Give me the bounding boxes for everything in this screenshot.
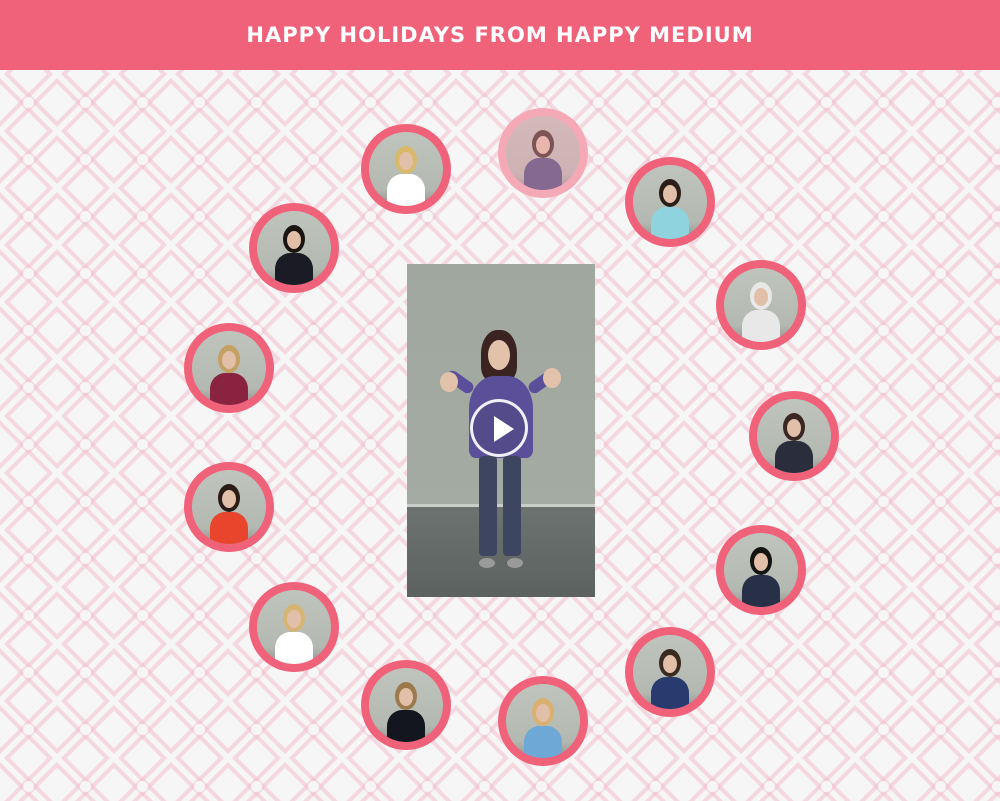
thumbnail-photo [757,399,831,473]
thumb-12[interactable] [184,323,274,413]
thumb-1[interactable] [361,124,451,214]
play-icon[interactable] [470,399,528,457]
thumb-11[interactable] [184,462,274,552]
subject-right-hand [543,368,561,388]
person-face [536,136,550,154]
thumbnail-photo [633,635,707,709]
person-face [663,185,677,203]
thumb-13[interactable] [249,203,339,293]
person-body [387,710,425,742]
person-body [210,373,248,405]
subject-left-hand [440,372,458,392]
person-face [754,288,768,306]
thumb-8[interactable] [498,676,588,766]
subject-left-shoe [479,558,495,568]
thumb-7[interactable] [625,627,715,717]
person-face [222,490,236,508]
thumb-6[interactable] [716,525,806,615]
person-face [222,351,236,369]
person-face [287,610,301,628]
subject-right-shoe [507,558,523,568]
thumbnail-photo [724,533,798,607]
subject-right-leg [503,456,521,556]
thumb-9[interactable] [361,660,451,750]
thumbnail-photo [192,470,266,544]
thumbnail-photo [369,132,443,206]
person-body [524,726,562,758]
thumbnail-photo [257,211,331,285]
person-body [275,632,313,664]
subject-face [488,340,510,370]
subject-left-leg [479,456,497,556]
person-face [787,419,801,437]
person-body [742,575,780,607]
thumbnail-photo [506,116,580,190]
header-banner: HAPPY HOLIDAYS FROM HAPPY MEDIUM [0,0,1000,70]
thumbnail-photo [506,684,580,758]
person-face [287,231,301,249]
person-face [399,152,413,170]
person-body [775,441,813,473]
thumb-5[interactable] [749,391,839,481]
person-body [651,677,689,709]
person-face [399,688,413,706]
person-body [275,253,313,285]
person-face [754,553,768,571]
person-body [524,158,562,190]
thumb-10[interactable] [249,582,339,672]
thumbnail-photo [192,331,266,405]
thumb-4[interactable] [716,260,806,350]
person-face [663,655,677,673]
thumbnail-photo [633,165,707,239]
person-body [651,207,689,239]
person-body [210,512,248,544]
person-face [536,704,550,722]
person-body [742,310,780,342]
person-body [387,174,425,206]
thumbnail-photo [257,590,331,664]
thumbnail-photo [724,268,798,342]
page-title: HAPPY HOLIDAYS FROM HAPPY MEDIUM [246,23,754,47]
main-video-player[interactable] [407,264,595,597]
thumb-2[interactable] [498,108,588,198]
thumbnail-photo [369,668,443,742]
thumb-3[interactable] [625,157,715,247]
